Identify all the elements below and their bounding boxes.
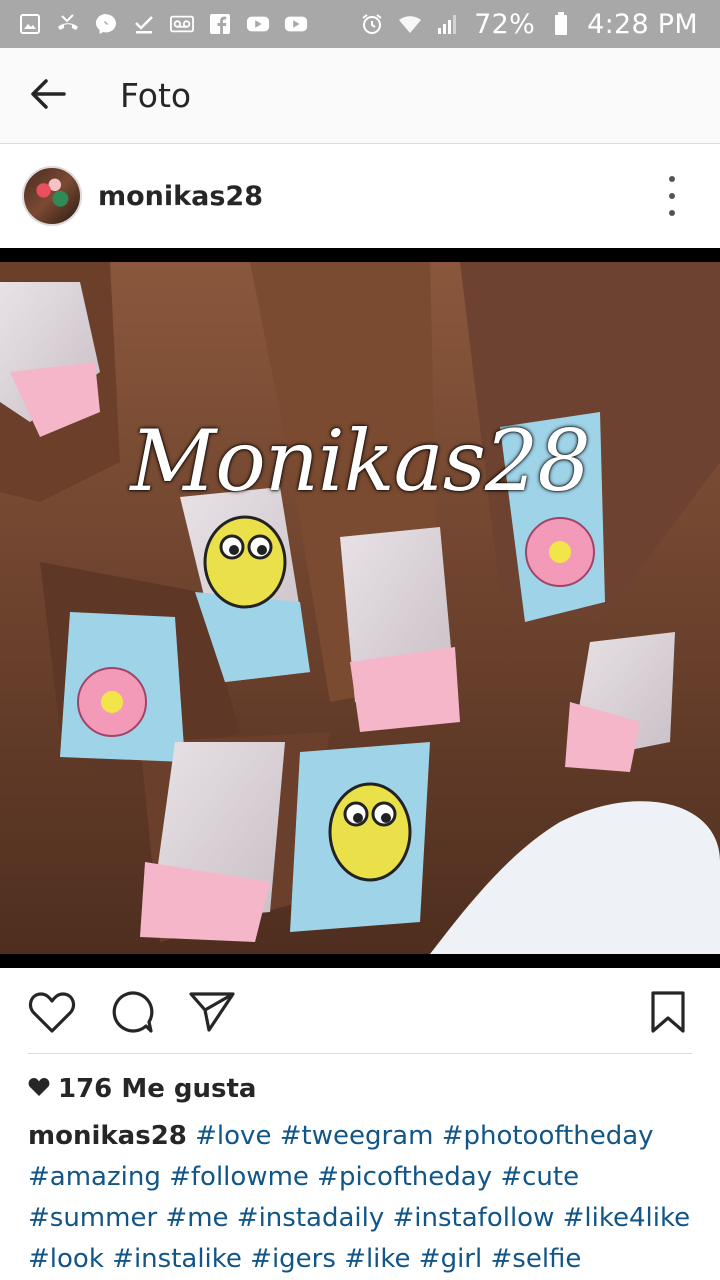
- alarm-icon: [360, 12, 384, 36]
- hashtag-link[interactable]: #me: [165, 1203, 228, 1233]
- heart-outline-icon: [28, 990, 76, 1038]
- hashtag-link[interactable]: #look: [28, 1244, 104, 1274]
- photo-watermark: Monikas28: [130, 412, 591, 510]
- avatar[interactable]: [22, 166, 82, 226]
- page-title: Foto: [120, 76, 192, 115]
- more-options-button[interactable]: [660, 176, 684, 216]
- hashtag-link[interactable]: #like: [344, 1244, 410, 1274]
- likes-text: 176 Me gusta: [58, 1074, 257, 1104]
- hashtag-link[interactable]: #instadaily: [237, 1203, 384, 1233]
- hashtag-link[interactable]: #amazing: [28, 1162, 161, 1192]
- photo-content: Monikas28: [0, 262, 720, 954]
- likes-count[interactable]: 176 Me gusta: [28, 1074, 256, 1104]
- hashtag-link[interactable]: #igers: [250, 1244, 336, 1274]
- more-vert-icon: [669, 176, 675, 182]
- heart-filled-icon: [28, 1074, 58, 1104]
- hashtag-link[interactable]: #followme: [169, 1162, 309, 1192]
- bookmark-icon: [650, 990, 686, 1038]
- hashtag-link[interactable]: #photooftheday: [442, 1121, 654, 1151]
- hashtag-link[interactable]: #love: [195, 1121, 271, 1151]
- comment-button[interactable]: [108, 990, 156, 1038]
- hashtag-link[interactable]: #cute: [500, 1162, 579, 1192]
- youtube-icon: [284, 12, 308, 36]
- nail-art-illustration: [0, 262, 720, 954]
- status-bar-system: 72% 4:28 PM: [360, 9, 698, 40]
- post-photo[interactable]: Monikas28: [0, 248, 720, 968]
- app-bar: Foto: [0, 48, 720, 144]
- status-bar: 72% 4:28 PM: [0, 0, 720, 48]
- hashtag-link[interactable]: #like4like: [563, 1203, 690, 1233]
- signal-icon: [436, 12, 460, 36]
- save-button[interactable]: [644, 990, 692, 1038]
- actions-divider: [28, 1053, 692, 1054]
- image-icon: [18, 12, 42, 36]
- back-button[interactable]: [22, 70, 74, 122]
- battery-percent: 72%: [474, 8, 536, 40]
- status-bar-notifications: [18, 12, 308, 36]
- hashtag-link[interactable]: #instafollow: [393, 1203, 555, 1233]
- hashtag-link[interactable]: #picoftheday: [317, 1162, 492, 1192]
- hashtag-link[interactable]: #summer: [28, 1203, 157, 1233]
- like-button[interactable]: [28, 990, 76, 1038]
- caption-username[interactable]: monikas28: [28, 1121, 187, 1151]
- send-icon: [188, 990, 236, 1038]
- post-actions: [0, 968, 720, 1054]
- hashtag-link[interactable]: #selfie: [491, 1244, 582, 1274]
- download-done-icon: [132, 12, 156, 36]
- wifi-icon: [398, 12, 422, 36]
- more-vert-dot: [669, 210, 675, 216]
- voicemail-icon: [170, 12, 194, 36]
- share-button[interactable]: [188, 990, 236, 1038]
- hashtag-link[interactable]: #tweegram: [280, 1121, 434, 1151]
- post-username[interactable]: monikas28: [98, 181, 263, 212]
- more-vert-dot: [669, 193, 675, 199]
- messenger-icon: [94, 12, 118, 36]
- missed-call-icon: [56, 12, 80, 36]
- battery-icon: [549, 12, 573, 36]
- post-caption: monikas28 #love #tweegram #photooftheday…: [28, 1116, 700, 1280]
- youtube-icon: [246, 12, 270, 36]
- hashtag-link[interactable]: #instalike: [112, 1244, 242, 1274]
- hashtag-link[interactable]: #girl: [419, 1244, 482, 1274]
- arrow-back-icon: [30, 78, 66, 114]
- post-header: monikas28: [0, 146, 720, 246]
- clock: 4:28 PM: [587, 8, 698, 40]
- comment-icon: [109, 989, 155, 1039]
- facebook-icon: [208, 12, 232, 36]
